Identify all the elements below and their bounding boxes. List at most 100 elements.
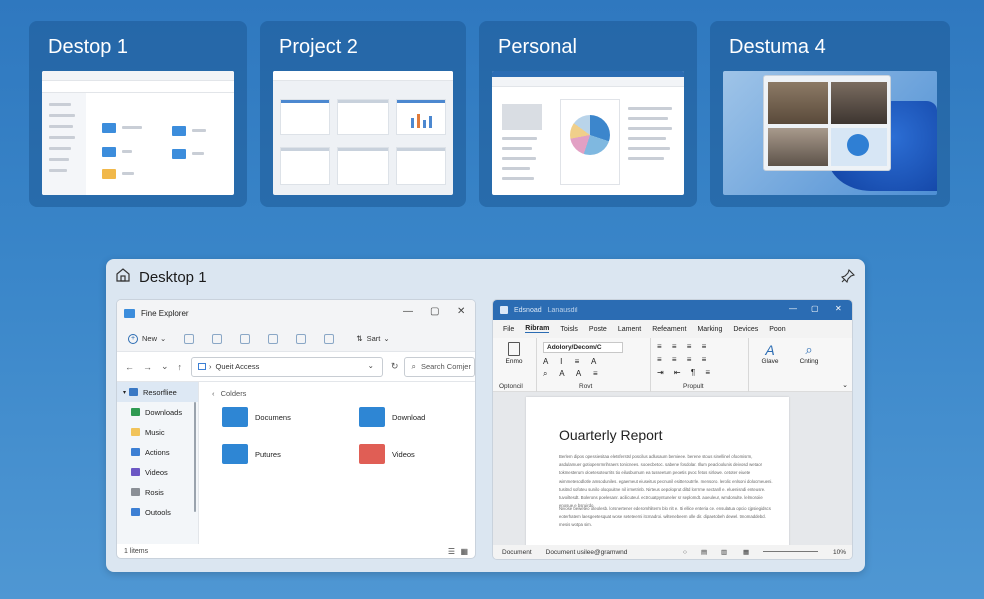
folder-icon xyxy=(222,407,248,427)
monitor-icon xyxy=(198,363,207,370)
refresh-icon[interactable]: ↻ xyxy=(391,361,399,372)
menu-lament[interactable]: Lament xyxy=(618,326,641,333)
sidebar-item-music[interactable]: Music xyxy=(117,422,198,442)
list-buttons[interactable]: ≡ ≡ ≡ ≡ xyxy=(657,342,710,351)
details-view-icon[interactable]: ☰ xyxy=(448,547,455,556)
folder-icon xyxy=(131,428,140,436)
maximize-icon[interactable]: ▢ xyxy=(430,306,439,317)
zoom-slider[interactable] xyxy=(763,551,818,552)
folder-item[interactable]: Putures xyxy=(222,444,281,464)
desktop-card-4[interactable]: Destuma 4 xyxy=(710,21,950,207)
menu-devices[interactable]: Devices xyxy=(733,326,758,333)
indent-buttons[interactable]: ⇥ ⇤ ¶ ≡ xyxy=(657,368,714,377)
paste-icon[interactable] xyxy=(240,333,251,344)
menu-marking[interactable]: Marking xyxy=(697,326,722,333)
minimize-icon[interactable]: — xyxy=(789,304,797,313)
desktop-thumbnail xyxy=(723,71,937,195)
ribbon-group-clipboard: Enmo Optoncil xyxy=(493,338,537,392)
font-format-buttons[interactable]: A I ≡ A xyxy=(543,357,601,366)
folder-item[interactable]: Download xyxy=(359,407,425,427)
sidebar-item-actions[interactable]: Actions xyxy=(117,442,198,462)
address-bar[interactable]: › Queit Access ⌄ xyxy=(191,356,383,377)
scrollbar[interactable] xyxy=(194,402,196,512)
menu-ribbon[interactable]: Ribram xyxy=(525,325,550,333)
copy-icon[interactable] xyxy=(212,333,223,344)
delete-icon[interactable] xyxy=(324,333,335,344)
chevron-down-icon[interactable]: ⌄ xyxy=(368,361,374,370)
sort-icon: ⇅ xyxy=(356,334,363,343)
align-buttons[interactable]: ≡ ≡ ≡ ≡ xyxy=(657,355,710,364)
menu-refeament[interactable]: Refeament xyxy=(652,326,686,333)
desktop-card-2[interactable]: Project 2 xyxy=(260,21,466,207)
document-heading: Ouarterly Report xyxy=(559,427,663,443)
new-button[interactable]: + New ⌄ xyxy=(128,333,166,344)
word-window[interactable]: Edsnoad Lanausdil — ▢ ✕ File Ribram Tois… xyxy=(492,299,853,560)
word-titlebar[interactable]: Edsnoad Lanausdil — ▢ ✕ xyxy=(493,300,852,320)
word-title-right: Lanausdil xyxy=(547,306,578,314)
paste-button[interactable]: Enmo xyxy=(503,342,525,365)
address-text: Queit Access xyxy=(215,362,260,371)
folder-item[interactable]: Documens xyxy=(222,407,291,427)
document-canvas: Ouarterly Report Berlem dipos opessiesit… xyxy=(493,392,852,552)
pin-icon[interactable] xyxy=(841,269,855,283)
minimize-icon[interactable]: — xyxy=(403,306,413,317)
forward-arrow-icon[interactable]: → xyxy=(143,362,152,372)
word-ribbon: Enmo Optoncil Adolory/Decom/C A I ≡ A ⌕ … xyxy=(493,338,852,392)
web-layout-icon[interactable]: ▦ xyxy=(743,548,749,556)
sidebar-item-rosis[interactable]: Rosis xyxy=(117,482,198,502)
close-icon[interactable]: ✕ xyxy=(457,306,465,317)
status-document: Document xyxy=(502,548,532,556)
styles-icon: A xyxy=(765,342,775,358)
desktop-card-1[interactable]: Destop 1 xyxy=(29,21,247,207)
drive-icon xyxy=(131,508,140,516)
sidebar-item-videos[interactable]: Videos xyxy=(117,462,198,482)
read-mode-icon[interactable]: ▤ xyxy=(701,548,707,556)
desktop-card-title: Project 2 xyxy=(279,36,358,58)
sort-button[interactable]: ⇅ Sart ⌄ xyxy=(356,334,389,343)
collapse-ribbon-icon[interactable]: ⌄ xyxy=(842,381,848,389)
styles-button[interactable]: A Glave xyxy=(755,342,785,365)
file-explorer-window[interactable]: Fine Explorer — ▢ ✕ + New ⌄ ⇅ Sart ⌄ ← →… xyxy=(116,299,476,559)
sidebar-item-downloads[interactable]: Downloads xyxy=(117,402,198,422)
font-name-select[interactable]: Adolory/Decom/C xyxy=(543,342,623,353)
zoom-level[interactable]: 10% xyxy=(833,549,846,556)
folder-item[interactable]: Videos xyxy=(359,444,415,464)
share-icon[interactable] xyxy=(296,333,307,344)
cut-icon[interactable] xyxy=(184,333,195,344)
focus-icon[interactable]: ○ xyxy=(683,549,687,556)
desktop-thumbnail xyxy=(273,71,453,195)
close-icon[interactable]: ✕ xyxy=(835,304,842,313)
desktop-card-title: Personal xyxy=(498,36,577,58)
up-arrow-icon[interactable]: ↑ xyxy=(178,362,183,372)
tiles-view-icon[interactable]: ▦ xyxy=(460,547,468,556)
status-author: Document usilee@gramwnd xyxy=(545,548,628,556)
sidebar-item-resorfliee[interactable]: ▾ Resorfliee xyxy=(117,382,198,402)
ribbon-group-paragraph: ≡ ≡ ≡ ≡ ≡ ≡ ≡ ≡ ⇥ ⇤ ¶ ≡ Propult xyxy=(653,338,749,392)
sidebar-item-outools[interactable]: Outools xyxy=(117,502,198,522)
document-page[interactable]: Ouarterly Report Berlem dipos opessiesit… xyxy=(526,397,789,552)
search-placeholder: Search Comjer xyxy=(420,362,471,371)
fe-address-row: ← → ⌄ ↑ › Queit Access ⌄ ↻ ⌕ Search Comj… xyxy=(117,352,475,382)
menu-file[interactable]: File xyxy=(503,326,514,333)
download-folder-icon xyxy=(359,407,385,427)
font-color-buttons[interactable]: ⌕ A A ≡ xyxy=(543,369,603,379)
preview-title: Desktop 1 xyxy=(139,269,207,286)
document-icon xyxy=(131,488,140,496)
back-arrow-icon[interactable]: ← xyxy=(125,362,134,372)
menu-tools[interactable]: Toisls xyxy=(560,326,578,333)
menu-paste[interactable]: Poste xyxy=(589,326,607,333)
plus-circle-icon: + xyxy=(128,333,138,344)
breadcrumb[interactable]: ‹ Colders xyxy=(212,389,246,398)
search-input[interactable]: ⌕ Search Comjer xyxy=(404,356,475,377)
search-icon: ⌕ xyxy=(805,342,813,357)
ribbon-group-label: Rovt xyxy=(579,383,593,390)
desktop-card-3[interactable]: Personal xyxy=(479,21,697,207)
menu-poon[interactable]: Poon xyxy=(769,326,785,333)
item-count: 1 litems xyxy=(124,547,149,555)
maximize-icon[interactable]: ▢ xyxy=(811,304,819,313)
fe-titlebar[interactable]: Fine Explorer — ▢ ✕ xyxy=(117,300,475,326)
print-layout-icon[interactable]: ▥ xyxy=(721,548,727,556)
rename-icon[interactable] xyxy=(268,333,279,344)
chevron-down-icon[interactable]: ⌄ xyxy=(161,361,169,372)
editing-button[interactable]: ⌕ Cnting xyxy=(793,342,825,365)
